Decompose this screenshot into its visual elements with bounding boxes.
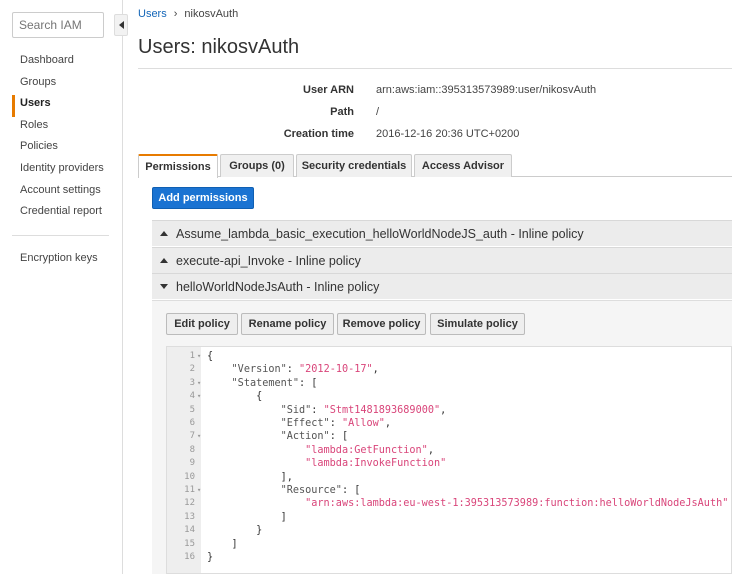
path-value: / bbox=[376, 106, 380, 118]
code-text: { bbox=[207, 351, 214, 362]
breadcrumb-current: nikosvAuth bbox=[184, 8, 239, 20]
policy-header-execute-api[interactable]: execute-api_Invoke - Inline policy bbox=[152, 247, 732, 273]
sidebar-item-identity-providers[interactable]: Identity providers bbox=[12, 160, 112, 182]
code-text: ] bbox=[207, 538, 238, 550]
sidebar-item-policies[interactable]: Policies bbox=[12, 138, 112, 160]
policy-name: helloWorldNodeJsAuth - Inline policy bbox=[176, 279, 380, 294]
code-text: "Effect": "Allow", bbox=[280, 418, 392, 429]
code-text: "arn:aws:lambda:eu-west-1:395313573989:f… bbox=[305, 498, 729, 510]
tab-bar: Permissions Groups (0) Security credenti… bbox=[138, 154, 732, 178]
sidebar-item-dashboard[interactable]: Dashboard bbox=[12, 52, 112, 74]
code-text: "Statement": [ bbox=[231, 377, 318, 389]
line-number: 12 bbox=[184, 498, 195, 509]
policy-header-assume-lambda[interactable]: Assume_lambda_basic_execution_helloWorld… bbox=[152, 220, 732, 246]
line-number: 2 bbox=[189, 364, 195, 375]
breadcrumb-users-link[interactable]: Users bbox=[138, 8, 167, 20]
sidebar-item-credential-report[interactable]: Credential report bbox=[12, 203, 112, 225]
line-number: 13 bbox=[184, 511, 195, 522]
line-number: 16 bbox=[184, 552, 195, 562]
code-text: { bbox=[207, 391, 263, 403]
fold-toggle-icon[interactable]: ▾ bbox=[197, 390, 201, 403]
path-label: Path bbox=[330, 106, 354, 118]
caret-up-icon bbox=[160, 231, 168, 236]
title-divider bbox=[138, 68, 732, 69]
simulate-policy-button[interactable]: Simulate policy bbox=[430, 313, 525, 335]
code-text: "lambda:InvokeFunction" bbox=[305, 458, 447, 470]
sidebar-item-encryption-keys[interactable]: Encryption keys bbox=[20, 252, 98, 264]
tab-security-credentials[interactable]: Security credentials bbox=[296, 154, 412, 177]
sidebar-item-roles[interactable]: Roles bbox=[12, 117, 112, 139]
rename-policy-button[interactable]: Rename policy bbox=[241, 313, 334, 335]
fold-toggle-icon[interactable]: ▾ bbox=[197, 377, 201, 390]
user-summary: User ARN arn:aws:iam::395313573989:user/… bbox=[138, 82, 732, 148]
caret-down-icon bbox=[160, 284, 168, 289]
user-arn-value: arn:aws:iam::395313573989:user/nikosvAut… bbox=[376, 84, 597, 96]
tab-access-advisor[interactable]: Access Advisor bbox=[414, 154, 512, 177]
sidebar-item-users[interactable]: Users bbox=[12, 95, 112, 117]
code-text: "Version": "2012-10-17", bbox=[231, 364, 379, 376]
sidebar-collapse-button[interactable] bbox=[114, 14, 128, 36]
sidebar-nav: Dashboard Groups Users Roles Policies Id… bbox=[12, 52, 112, 225]
code-text: ], bbox=[207, 471, 293, 483]
policy-json-editor[interactable]: 1 ▾{2 "Version": "2012-10-17", 3 ▾ "Stateme… bbox=[166, 346, 732, 574]
creation-time-label: Creation time bbox=[283, 128, 354, 140]
fold-toggle-icon[interactable]: ▾ bbox=[197, 484, 201, 497]
sidebar-divider bbox=[12, 235, 109, 236]
line-number: 15 bbox=[184, 538, 195, 549]
page-title: Users: nikosvAuth bbox=[138, 36, 300, 58]
remove-policy-button[interactable]: Remove policy bbox=[337, 313, 426, 335]
code-text: ] bbox=[207, 511, 287, 523]
policy-name: execute-api_Invoke - Inline policy bbox=[176, 253, 361, 268]
user-arn-label: User ARN bbox=[303, 84, 354, 96]
search-input[interactable] bbox=[12, 12, 104, 38]
edit-policy-button[interactable]: Edit policy bbox=[166, 313, 238, 335]
policy-header-hello-world[interactable]: helloWorldNodeJsAuth - Inline policy bbox=[152, 273, 732, 299]
code-text: "lambda:GetFunction", bbox=[305, 444, 434, 456]
line-number: 4 bbox=[189, 391, 195, 402]
line-number: 1 bbox=[189, 351, 195, 361]
line-number: 14 bbox=[184, 525, 195, 536]
line-number: 7 bbox=[189, 431, 195, 442]
caret-up-icon bbox=[160, 258, 168, 263]
breadcrumb-separator-icon: › bbox=[173, 8, 178, 20]
sidebar-item-groups[interactable]: Groups bbox=[12, 74, 112, 96]
code-text: } bbox=[207, 525, 263, 537]
line-number: 6 bbox=[189, 418, 195, 428]
policy-name: Assume_lambda_basic_execution_helloWorld… bbox=[176, 226, 584, 241]
add-permissions-button[interactable]: Add permissions bbox=[152, 187, 254, 209]
line-number: 9 bbox=[189, 458, 195, 469]
line-number: 5 bbox=[189, 404, 195, 415]
breadcrumb: Users › nikosvAuth bbox=[138, 8, 238, 20]
tab-groups[interactable]: Groups (0) bbox=[220, 154, 294, 177]
sidebar: Dashboard Groups Users Roles Policies Id… bbox=[0, 0, 128, 574]
code-text: } bbox=[207, 552, 214, 563]
creation-time-value: 2016-12-16 20:36 UTC+0200 bbox=[376, 128, 520, 140]
line-number: 3 bbox=[189, 377, 195, 388]
line-number: 8 bbox=[189, 444, 195, 455]
code-text: "Action": [ bbox=[280, 431, 349, 443]
line-number: 10 bbox=[184, 471, 195, 482]
line-number: 11 bbox=[184, 485, 195, 495]
sidebar-item-account-settings[interactable]: Account settings bbox=[12, 182, 112, 204]
fold-toggle-icon[interactable]: ▾ bbox=[197, 430, 201, 443]
tab-permissions[interactable]: Permissions bbox=[138, 154, 218, 178]
fold-toggle-icon[interactable]: ▾ bbox=[197, 350, 201, 363]
chevron-left-icon bbox=[118, 21, 124, 29]
code-text: "Sid": "Stmt1481893689000", bbox=[280, 404, 447, 416]
code-text: "Resource": [ bbox=[280, 485, 361, 496]
